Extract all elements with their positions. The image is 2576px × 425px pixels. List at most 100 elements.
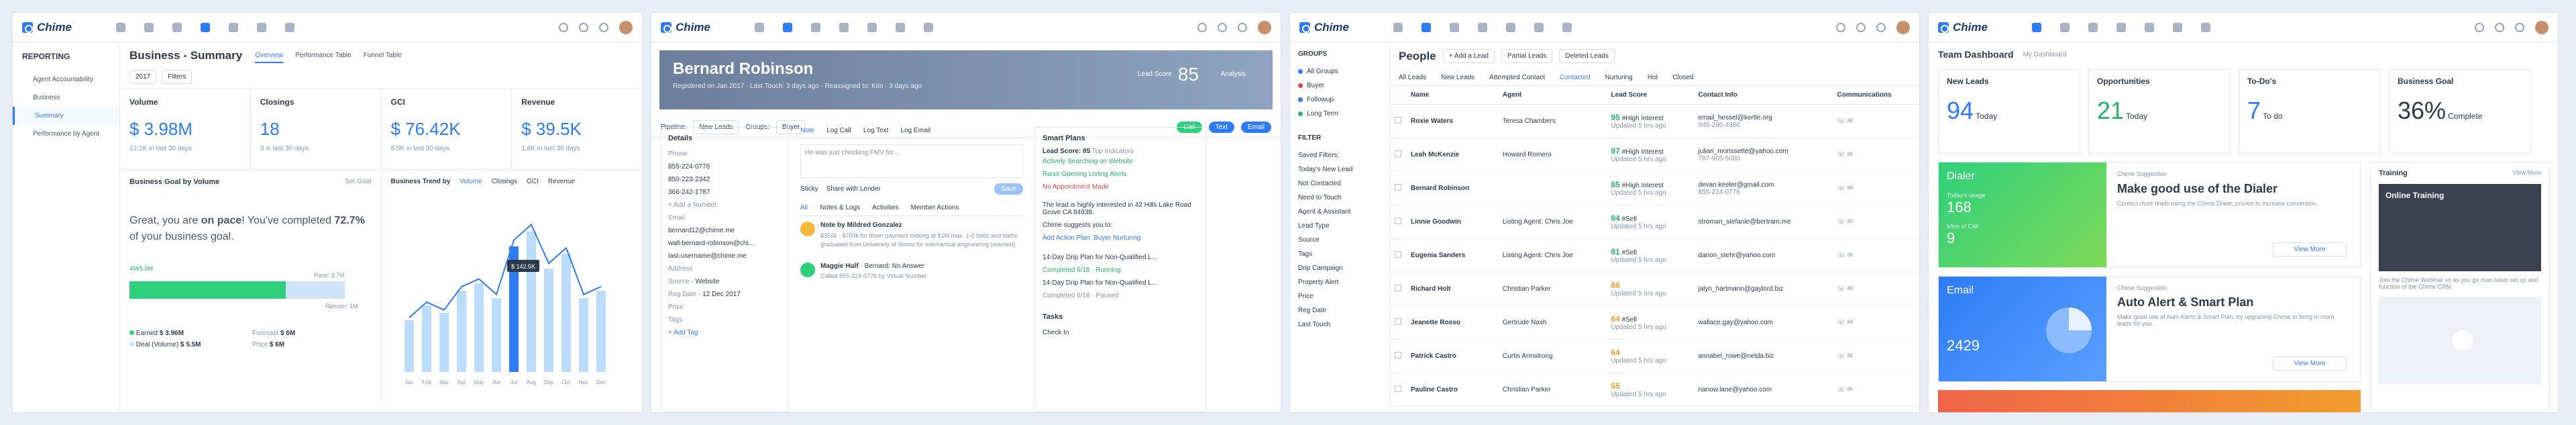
trend-bar[interactable] bbox=[456, 291, 466, 372]
help-icon[interactable] bbox=[599, 23, 608, 32]
contact-email[interactable]: stroman_stefanie@bertram.me bbox=[1699, 218, 1791, 226]
trend-bar[interactable] bbox=[561, 254, 571, 372]
search-icon[interactable] bbox=[559, 23, 568, 32]
tab-activities[interactable]: Activities bbox=[872, 204, 898, 211]
filter-item[interactable]: Last Touch bbox=[1298, 318, 1382, 332]
filter-item[interactable]: Lead Type bbox=[1298, 219, 1382, 233]
deleted-leads-button[interactable]: Deleted Leads bbox=[1559, 49, 1615, 63]
filter-item[interactable]: Today's New Lead bbox=[1298, 162, 1382, 177]
filter-item[interactable]: Need to Touch bbox=[1298, 191, 1382, 205]
row-checkbox[interactable] bbox=[1395, 285, 1401, 291]
row-checkbox[interactable] bbox=[1395, 150, 1401, 157]
sidebar-item[interactable]: Agent Accountability bbox=[13, 70, 119, 89]
report-icon[interactable] bbox=[1478, 22, 1487, 32]
contact-email[interactable]: annabel_rowe@nelda.biz bbox=[1699, 352, 1774, 360]
lead-name[interactable]: Pauline Castro bbox=[1411, 386, 1458, 393]
row-checkbox[interactable] bbox=[1395, 318, 1401, 325]
mail-icon[interactable]: ✉ bbox=[1847, 352, 1853, 360]
phone-value[interactable]: 366-242-1787 bbox=[668, 186, 781, 199]
search-icon[interactable] bbox=[1836, 23, 1845, 32]
tab-performance[interactable]: Performance Table bbox=[295, 52, 352, 63]
mail-icon[interactable] bbox=[2173, 22, 2182, 32]
row-checkbox[interactable] bbox=[1395, 352, 1401, 359]
chime-logo[interactable]: Chime bbox=[1938, 21, 2019, 34]
contact-email[interactable]: rianow.lane@yahoo.com bbox=[1699, 386, 1772, 393]
contact-email[interactable]: jalyn_hartmann@gaylord.biz bbox=[1699, 285, 1784, 293]
email-button[interactable]: Email bbox=[1240, 122, 1271, 133]
home-icon[interactable] bbox=[229, 22, 238, 32]
notification-icon[interactable] bbox=[2495, 23, 2504, 32]
drip-plan[interactable]: 14-Day Drip Plan for Non-Qualified L... bbox=[1042, 277, 1199, 289]
people-icon[interactable] bbox=[1421, 22, 1431, 32]
lead-name[interactable]: Jeanette Rosso bbox=[1411, 319, 1460, 326]
mail-icon[interactable]: ✉ bbox=[1847, 218, 1853, 226]
row-checkbox[interactable] bbox=[1395, 218, 1401, 224]
row-checkbox[interactable] bbox=[1395, 117, 1401, 124]
avatar[interactable] bbox=[1258, 21, 1271, 34]
avatar[interactable] bbox=[619, 21, 633, 34]
stat-tile[interactable]: To-Do's 7 To do bbox=[2239, 69, 2381, 154]
phone-icon[interactable]: ☏ bbox=[1837, 386, 1845, 393]
search-icon[interactable] bbox=[1197, 23, 1207, 32]
group-item[interactable]: Followup bbox=[1298, 93, 1382, 107]
set-goal-link[interactable]: Set Goal bbox=[345, 178, 372, 185]
table-row[interactable]: Linnie Goodwin Listing Agent: Chris Joe 84… bbox=[1391, 205, 1919, 239]
home-icon[interactable] bbox=[1506, 22, 1515, 32]
filters-button[interactable]: Filters bbox=[162, 69, 193, 84]
contact-phone[interactable]: 787-965-5080 bbox=[1699, 155, 1740, 162]
tab-overview[interactable]: Overview bbox=[255, 52, 283, 63]
trend-bar[interactable] bbox=[596, 291, 606, 372]
email-value[interactable]: bernard12@chime.me bbox=[668, 224, 781, 237]
training-view-more[interactable]: View More bbox=[2513, 169, 2541, 177]
search-icon[interactable] bbox=[2475, 23, 2484, 32]
add-number-link[interactable]: + Add a Number bbox=[668, 199, 781, 211]
row-checkbox[interactable] bbox=[1395, 385, 1401, 392]
notification-icon[interactable] bbox=[579, 23, 588, 32]
people-tab[interactable]: Hot bbox=[1648, 74, 1658, 81]
contact-phone[interactable]: 855-224-0776 bbox=[1699, 189, 1740, 196]
trend-bar[interactable] bbox=[543, 269, 553, 372]
notification-icon[interactable] bbox=[1218, 23, 1227, 32]
contact-phone[interactable]: 945-286-4386 bbox=[1699, 122, 1740, 129]
report-icon[interactable] bbox=[839, 22, 849, 32]
tab-note[interactable]: Note bbox=[800, 127, 814, 134]
table-row[interactable]: Leah McKenzie Howard Romero 97 #High Inter… bbox=[1391, 138, 1919, 172]
bell-icon[interactable] bbox=[1393, 22, 1403, 32]
email-value[interactable]: last-username@chime.me bbox=[668, 250, 781, 263]
add-tag-link[interactable]: + Add Tag bbox=[668, 326, 781, 339]
help-icon[interactable] bbox=[1876, 23, 1886, 32]
trend-tab[interactable]: GCI bbox=[527, 178, 539, 185]
bell-icon[interactable] bbox=[116, 22, 125, 32]
people-icon[interactable] bbox=[783, 22, 792, 32]
year-select[interactable]: 2017 bbox=[129, 69, 157, 84]
trend-bar[interactable] bbox=[474, 283, 484, 372]
text-button[interactable]: Text bbox=[1208, 122, 1234, 133]
phone-icon[interactable]: ☏ bbox=[1837, 117, 1845, 125]
trend-bar[interactable] bbox=[491, 298, 501, 372]
tab-member[interactable]: Member Actions bbox=[911, 204, 959, 211]
trend-bar[interactable] bbox=[421, 305, 431, 372]
trend-bar[interactable] bbox=[526, 232, 536, 372]
partial-leads-button[interactable]: Partial Leads bbox=[1501, 49, 1553, 63]
tab-log-call[interactable]: Log Call bbox=[826, 127, 851, 134]
settings-icon[interactable] bbox=[924, 22, 933, 32]
mail-icon[interactable] bbox=[896, 22, 905, 32]
phone-icon[interactable]: ☏ bbox=[1837, 185, 1845, 192]
settings-icon[interactable] bbox=[285, 22, 294, 32]
filter-item[interactable]: Drip Campaign bbox=[1298, 261, 1382, 275]
people-tab[interactable]: Attempted Contact bbox=[1489, 74, 1545, 81]
people-icon[interactable] bbox=[144, 22, 154, 32]
people-icon[interactable] bbox=[2060, 22, 2070, 32]
col-name[interactable]: Name bbox=[1407, 86, 1499, 105]
email-value[interactable]: wall-bernard-robinson@chi... bbox=[668, 237, 781, 250]
tab-log-email[interactable]: Log Email bbox=[900, 127, 930, 134]
people-tab[interactable]: Nurturing bbox=[1605, 74, 1633, 81]
clipboard-icon[interactable] bbox=[172, 22, 182, 32]
clipboard-icon[interactable] bbox=[2088, 22, 2098, 32]
settings-icon[interactable] bbox=[1562, 22, 1572, 32]
filter-item[interactable]: Not Contacted bbox=[1298, 177, 1382, 191]
my-dashboard-link[interactable]: My Dashboard bbox=[2023, 51, 2067, 58]
help-icon[interactable] bbox=[2515, 23, 2524, 32]
phone-value[interactable]: 855-224-0776 bbox=[668, 160, 781, 173]
contact-email[interactable]: devan.keeler@gmail.com bbox=[1699, 181, 1774, 189]
